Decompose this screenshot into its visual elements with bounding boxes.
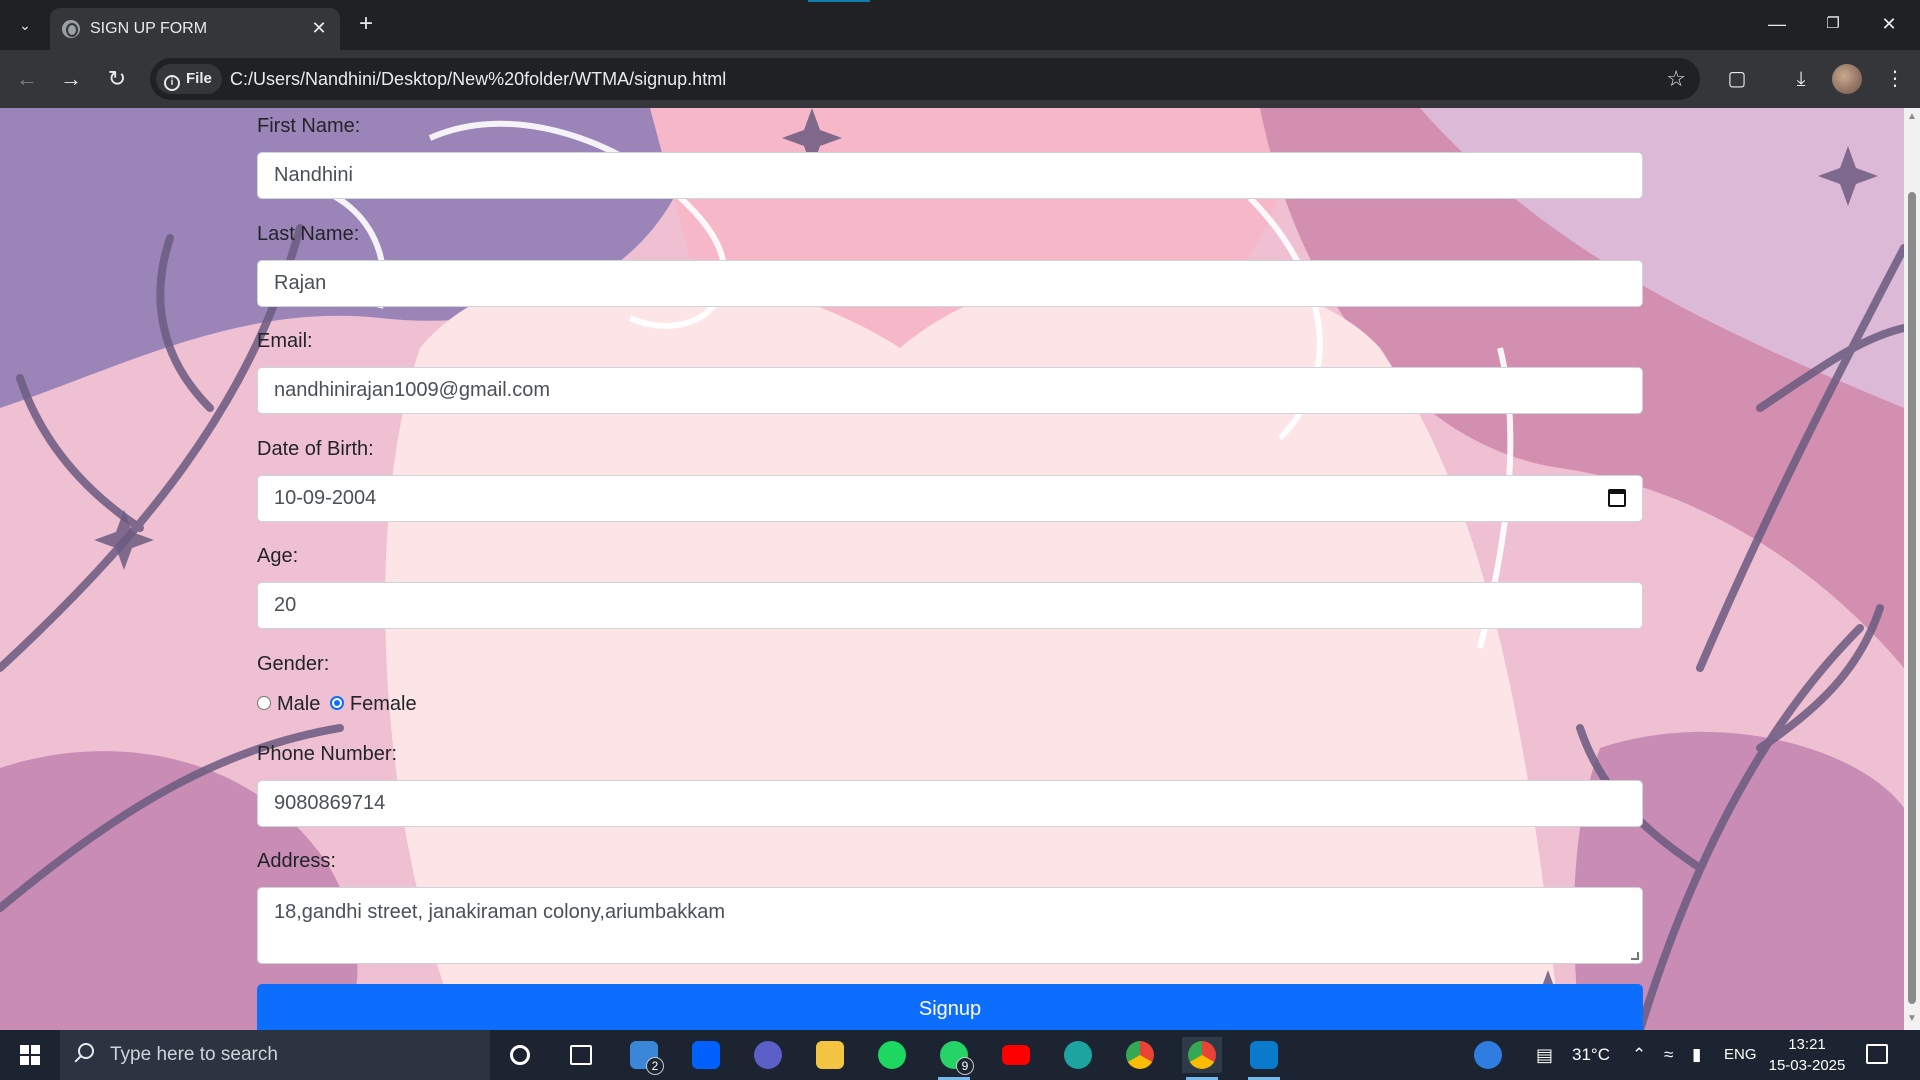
windows-taskbar: Type here to search 2 9 ▤ 31°C ⌃ ≈ ▮ ENG… (0, 1030, 1920, 1080)
gender-female-label: Female (349, 693, 417, 715)
profile-avatar[interactable] (1832, 64, 1862, 94)
gender-male-label: Male (277, 693, 321, 715)
new-tab-plus-icon[interactable]: + (352, 10, 380, 38)
url-text[interactable]: C:/Users/Nandhini/Desktop/New%20folder/W… (230, 58, 726, 100)
mail-app-icon[interactable]: 2 (624, 1037, 664, 1075)
last-name-input[interactable]: Rajan (257, 260, 1643, 307)
scroll-up-arrow-icon[interactable]: ▲ (1907, 112, 1917, 122)
site-info-chip[interactable]: i File (156, 64, 222, 94)
tray-chevron-up-icon[interactable]: ⌃ (1632, 1030, 1646, 1080)
minimize-window-icon[interactable]: — (1754, 8, 1800, 40)
youtube-app-icon[interactable] (996, 1037, 1036, 1073)
tab-strip-accent (808, 0, 870, 2)
first-name-input[interactable]: Nandhini (257, 152, 1643, 199)
tab-title: SIGN UP FORM (90, 20, 208, 37)
chrome-profile-active-icon[interactable] (1182, 1037, 1222, 1080)
windows-logo-icon (20, 1045, 40, 1065)
start-button[interactable] (0, 1030, 60, 1080)
dropbox-app-icon[interactable] (686, 1037, 726, 1073)
globe-icon (62, 20, 80, 38)
edge-browser-icon[interactable] (1058, 1037, 1098, 1073)
mail-badge: 2 (646, 1057, 664, 1075)
gender-radio-group: Male Female (257, 693, 417, 716)
info-icon: i (164, 75, 180, 91)
taskbar-clock[interactable]: 13:21 15-03-2025 (1762, 1034, 1852, 1076)
task-view-icon[interactable] (560, 1037, 600, 1073)
calendar-icon[interactable] (1608, 489, 1626, 507)
address-bar[interactable]: i File C:/Users/Nandhini/Desktop/New%20fo… (150, 58, 1700, 100)
age-input[interactable]: 20 (257, 582, 1643, 629)
dob-value: 10-09-2004 (274, 487, 377, 509)
address-value: 18,gandhi street, janakiraman colony,ari… (274, 901, 725, 923)
back-arrow-icon[interactable]: ← (12, 64, 42, 94)
reload-icon[interactable]: ↻ (102, 64, 132, 94)
whatsapp-badge: 9 (956, 1057, 974, 1075)
search-icon (78, 1043, 94, 1059)
file-explorer-icon[interactable] (810, 1037, 850, 1073)
extensions-puzzle-icon[interactable]: ▢ (1722, 64, 1752, 94)
wifi-icon[interactable]: ≈ (1664, 1030, 1673, 1080)
gender-label: Gender: (257, 653, 330, 675)
dob-label: Date of Birth: (257, 438, 374, 460)
address-textarea[interactable]: 18,gandhi street, janakiraman colony,ari… (257, 887, 1643, 964)
browser-tab-signup-form[interactable]: SIGN UP FORM ✕ (50, 8, 340, 50)
address-label: Address: (257, 850, 336, 872)
clock-date: 15-03-2025 (1768, 1057, 1846, 1074)
gender-male-radio[interactable] (257, 696, 271, 710)
forward-arrow-icon[interactable]: → (56, 64, 86, 94)
weather-icon[interactable]: ▤ (1536, 1030, 1553, 1080)
phone-input[interactable]: 9080869714 (257, 780, 1643, 827)
copilot-app-icon[interactable] (748, 1037, 788, 1073)
spotify-app-icon[interactable] (872, 1037, 912, 1073)
clock-time: 13:21 (1788, 1036, 1826, 1053)
downloads-icon[interactable]: ⤓ (1786, 64, 1816, 94)
taskbar-search-box[interactable]: Type here to search (60, 1030, 490, 1080)
cortana-icon[interactable] (500, 1037, 540, 1073)
bookmark-star-icon[interactable]: ☆ (1666, 66, 1686, 92)
phone-label: Phone Number: (257, 743, 398, 765)
email-input[interactable]: nandhinirajan1009@gmail.com (257, 367, 1643, 414)
taskbar-search-placeholder: Type here to search (110, 1044, 278, 1065)
notification-center-icon[interactable] (1866, 1044, 1888, 1064)
site-info-label: File (186, 70, 212, 87)
dob-input[interactable]: 10-09-2004 (257, 475, 1643, 522)
language-indicator[interactable]: ENG (1724, 1030, 1757, 1080)
tab-search-chevron-icon[interactable]: ⌄ (12, 12, 38, 38)
whatsapp-app-icon[interactable]: 9 (934, 1037, 974, 1080)
chrome-browser-icon[interactable] (1120, 1037, 1160, 1073)
browser-tab-strip: ⌄ SIGN UP FORM ✕ + — ❐ ✕ (0, 0, 1920, 50)
close-tab-icon[interactable]: ✕ (308, 17, 330, 39)
email-label: Email: (257, 330, 313, 352)
close-window-icon[interactable]: ✕ (1866, 8, 1912, 40)
signup-button[interactable]: Signup (257, 984, 1643, 1030)
page-scrollbar[interactable]: ▲ ▼ (1904, 108, 1920, 1030)
restore-window-icon[interactable]: ❐ (1810, 8, 1856, 40)
scroll-down-arrow-icon[interactable]: ▼ (1907, 1014, 1917, 1024)
first-name-label: First Name: (257, 115, 361, 137)
help-icon[interactable] (1468, 1037, 1508, 1073)
scrollbar-thumb[interactable] (1908, 192, 1916, 1004)
last-name-label: Last Name: (257, 223, 360, 245)
temperature-text[interactable]: 31°C (1572, 1030, 1610, 1080)
age-label: Age: (257, 545, 299, 567)
vscode-app-icon[interactable] (1244, 1037, 1284, 1080)
battery-icon[interactable]: ▮ (1692, 1030, 1701, 1080)
more-menu-icon[interactable]: ⋮ (1880, 64, 1910, 94)
page-viewport: First Name: Nandhini Last Name: Rajan Em… (0, 108, 1904, 1030)
resize-grip-icon[interactable] (1631, 952, 1639, 960)
gender-female-radio[interactable] (329, 696, 344, 710)
